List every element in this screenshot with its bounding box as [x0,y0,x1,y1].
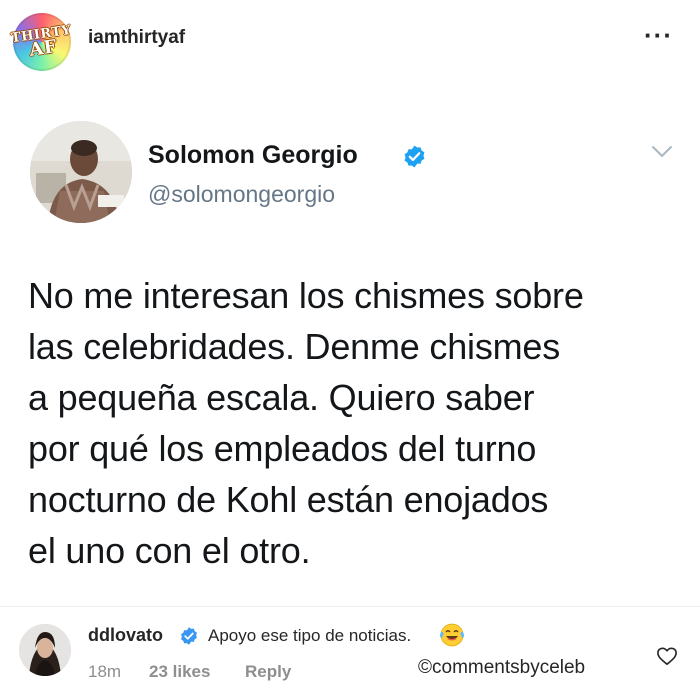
tweet-author-name[interactable]: Solomon Georgio [148,141,358,170]
commenter-photo [19,624,71,676]
tweet-author-avatar[interactable] [30,121,132,223]
comment-timestamp: 18m [88,662,122,681]
account-avatar[interactable]: THIRTY AF [10,13,74,71]
tweet-text: No me interesan los chismes sobre las ce… [28,275,584,571]
heart-icon[interactable] [656,646,678,666]
commenter-username[interactable]: ddlovato [88,625,163,646]
commenter-avatar[interactable] [19,624,71,676]
watermark-credit: ©commentsbyceleb [418,657,586,678]
comment-divider [0,606,700,607]
comment-likes[interactable]: 23 likes [149,662,210,682]
verified-badge-icon [404,145,425,168]
verified-badge-icon [181,627,197,645]
account-username[interactable]: iamthirtyaf [88,27,185,49]
laughing-emoji-icon [440,623,464,647]
comment-text: Apoyo ese tipo de noticias. [208,626,412,645]
post-header: THIRTY AF iamthirtyaf ··· [0,0,700,88]
chevron-down-icon[interactable] [651,145,673,159]
more-horizontal-icon[interactable]: ··· [644,22,673,48]
tweet-author-photo [30,121,132,223]
avatar-logo-text: THIRTY AF [10,23,74,61]
reply-button[interactable]: Reply [245,662,291,682]
tweet-author-handle[interactable]: @solomongeorgio [148,181,335,208]
